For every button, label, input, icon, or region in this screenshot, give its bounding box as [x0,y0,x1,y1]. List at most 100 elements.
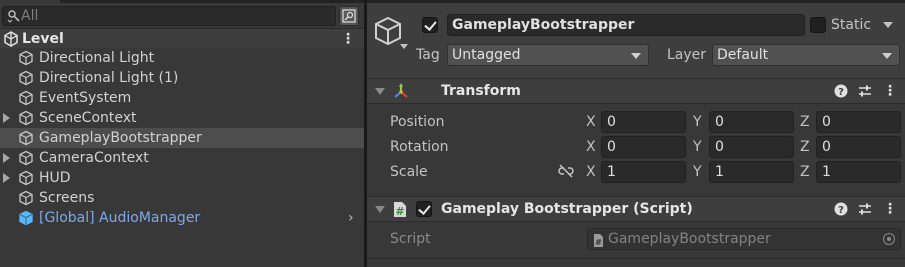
presets-icon[interactable] [857,83,873,99]
tag-dropdown[interactable]: Untagged [447,44,649,66]
script-component-header[interactable]: # Gameplay Bootstrapper (Script) ? ⋮ [367,196,905,222]
transform-header[interactable]: Transform ? ⋮ [367,78,905,104]
chevron-down-icon [631,53,641,59]
gameobject-cube-icon [18,50,34,70]
scale-y-field[interactable]: 1 [709,161,794,183]
gameobject-cube-icon [18,150,34,170]
scale-x-field[interactable]: 1 [601,161,686,183]
rotation-z-field[interactable]: 0 [816,136,901,158]
svg-text:#: # [395,205,404,218]
layer-dropdown[interactable]: Default [712,44,900,66]
static-dropdown-arrow-icon[interactable] [883,22,893,28]
hierarchy-search-input[interactable] [21,7,321,25]
gameobject-active-checkbox[interactable] [422,17,438,33]
hierarchy-item[interactable]: SceneContext [0,108,364,128]
script-object-field[interactable]: # GameplayBootstrapper [587,228,901,250]
transform-icon [392,83,410,105]
hierarchy-item-label: Directional Light [39,50,155,66]
csharp-file-icon: # [593,233,604,253]
rotation-y-label[interactable]: Y [693,137,702,157]
prefab-cube-icon [18,210,34,230]
foldout-arrow-icon[interactable] [375,206,385,213]
position-z-label[interactable]: Z [800,112,810,132]
help-icon[interactable]: ? [833,83,849,99]
hierarchy-panel: Level ⋮ Directional LightDirectional Lig… [0,0,364,267]
hierarchy-item-label: EventSystem [39,90,132,106]
hierarchy-search-box[interactable] [2,6,336,26]
hierarchy-search-row [0,5,364,27]
gameobject-cube-icon [18,70,34,90]
scale-z-field[interactable]: 1 [816,161,901,183]
component-menu-icon[interactable]: ⋮ [883,82,897,100]
tag-label: Tag [416,47,440,63]
gameobject-cube-icon [18,170,34,190]
scale-y-label[interactable]: Y [693,162,702,182]
gameobject-header: GameplayBootstrapper Static Tag Untagged… [367,3,905,80]
hierarchy-item[interactable]: HUD [0,168,364,188]
position-y-label[interactable]: Y [693,112,702,132]
scale-label: Scale [390,164,428,180]
hierarchy-item-label: Screens [39,190,95,206]
chevron-down-icon [882,53,892,59]
static-label: Static [831,17,872,33]
static-checkbox[interactable] [810,17,826,33]
rotation-z-label[interactable]: Z [800,137,810,157]
hierarchy-item[interactable]: GameplayBootstrapper [0,128,364,148]
hierarchy-item[interactable]: [Global] AudioManager › [0,208,364,228]
component-menu-icon[interactable]: ⋮ [883,200,897,218]
gameobject-cube-icon [18,190,34,210]
search-scene-icon [342,9,356,23]
search-icon[interactable] [7,9,21,23]
scene-filter-button[interactable] [339,6,359,26]
rotation-label: Rotation [390,139,449,155]
hierarchy-item-label: HUD [39,170,71,186]
gameobject-icon[interactable] [373,16,403,50]
foldout-arrow-icon[interactable] [375,88,385,95]
scene-menu-icon[interactable]: ⋮ [340,30,356,48]
hierarchy-tab-strip [60,0,364,3]
hierarchy-item-label: CameraContext [39,150,149,166]
transform-title: Transform [441,83,521,99]
rotation-x-label[interactable]: X [586,137,596,157]
position-z-field[interactable]: 0 [816,111,901,133]
svg-text:?: ? [838,87,844,98]
help-icon[interactable]: ? [833,201,849,217]
object-picker-icon[interactable] [883,233,895,245]
hierarchy-item-label: [Global] AudioManager [39,210,201,226]
hierarchy-item-label: Directional Light (1) [39,70,179,86]
layer-value: Default [717,47,769,63]
presets-icon[interactable] [857,201,873,217]
scale-z-label[interactable]: Z [800,162,810,182]
script-label: Script [390,231,431,247]
hierarchy-item-label: SceneContext [39,110,137,126]
layer-label: Layer [667,47,707,63]
gameobject-cube-icon [18,110,34,130]
hierarchy-item[interactable]: EventSystem [0,88,364,108]
svg-text:?: ? [838,205,844,216]
hierarchy-item[interactable]: CameraContext [0,148,364,168]
gameobject-name-field[interactable]: GameplayBootstrapper [447,14,805,36]
hierarchy-item[interactable]: Directional Light [0,48,364,68]
position-x-field[interactable]: 0 [601,111,686,133]
position-x-label[interactable]: X [586,112,596,132]
scene-header[interactable]: Level ⋮ [0,28,364,48]
position-label: Position [390,114,445,130]
scale-x-label[interactable]: X [586,162,596,182]
tag-value: Untagged [452,47,521,63]
scene-name: Level [22,31,64,47]
open-prefab-chevron-icon[interactable]: › [348,211,360,225]
hierarchy-tree: Directional Light Directional Light (1) Ev… [0,48,364,228]
position-y-field[interactable]: 0 [709,111,794,133]
icon-dropdown-arrow-icon[interactable] [400,44,408,49]
script-enabled-checkbox[interactable] [416,201,432,217]
rotation-y-field[interactable]: 0 [709,136,794,158]
rotation-x-field[interactable]: 0 [601,136,686,158]
expand-arrow-icon[interactable] [3,173,10,183]
expand-arrow-icon[interactable] [3,153,10,163]
constrain-proportions-icon[interactable] [557,164,575,182]
hierarchy-item[interactable]: Screens [0,188,364,208]
script-component-title: Gameplay Bootstrapper (Script) [441,201,693,217]
component-divider [367,258,905,259]
hierarchy-item[interactable]: Directional Light (1) [0,68,364,88]
expand-arrow-icon[interactable] [3,113,10,123]
